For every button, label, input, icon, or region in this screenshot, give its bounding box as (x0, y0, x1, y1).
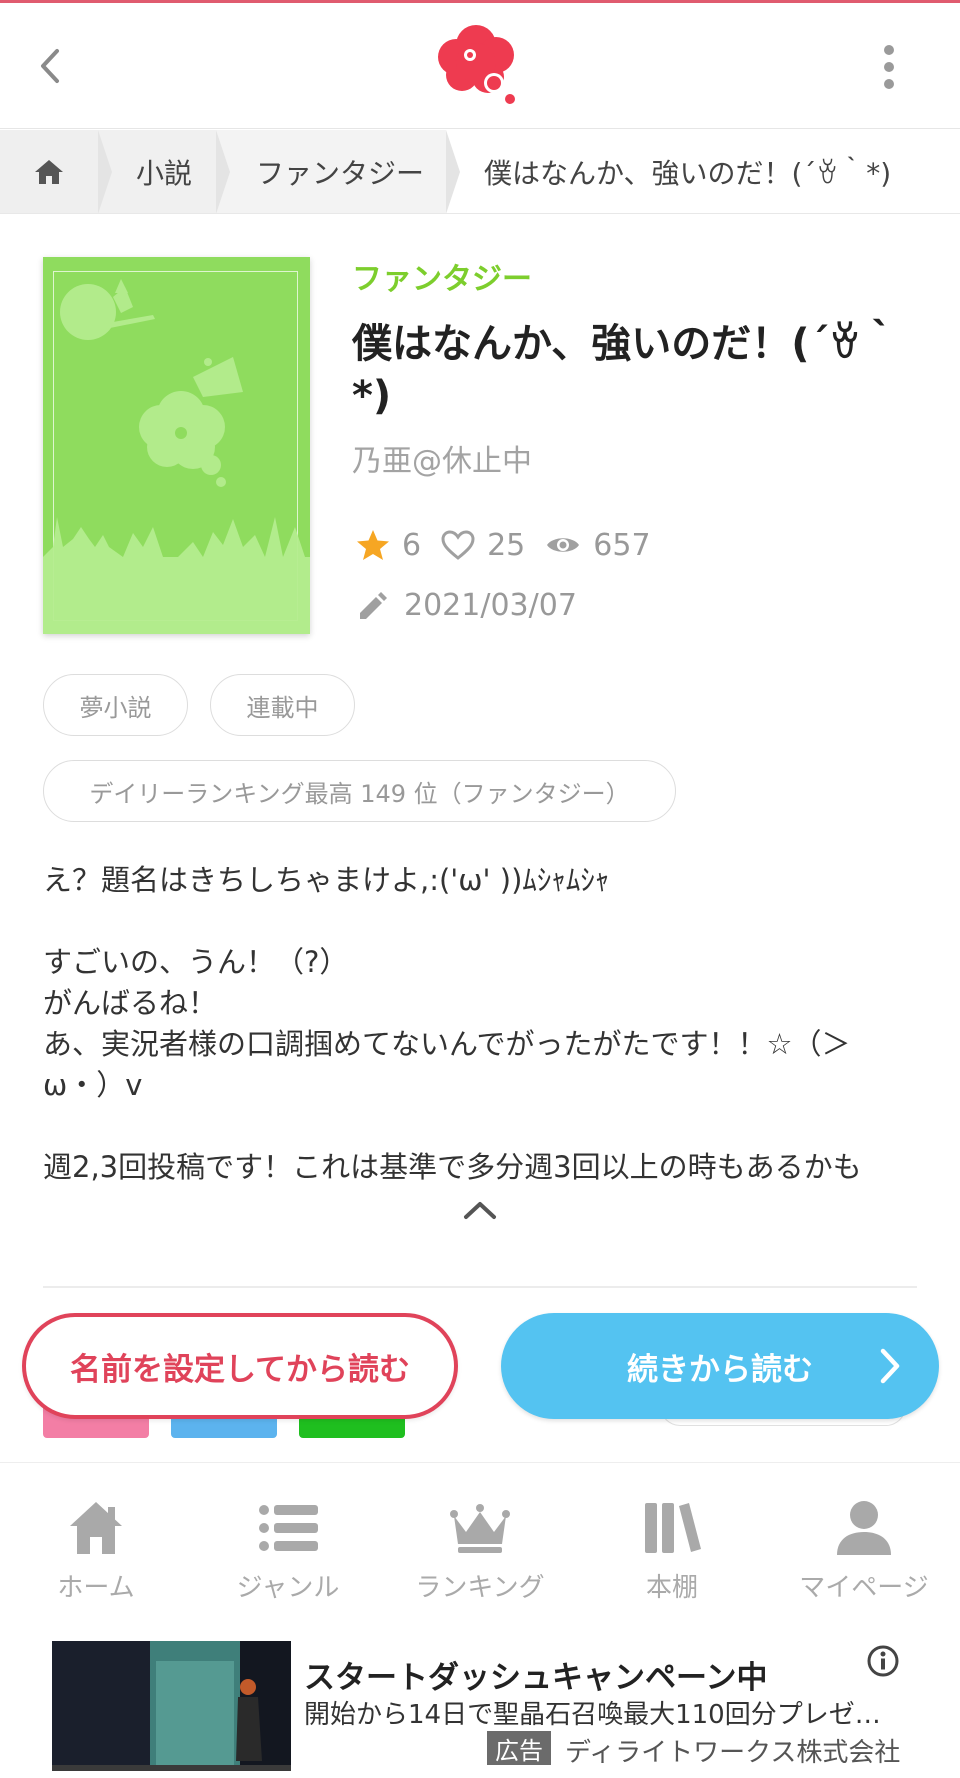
continue-reading-label: 続きから読む (627, 1351, 813, 1388)
cover-illustration (43, 279, 310, 634)
description-line: がんばるね！ (43, 986, 218, 1020)
description-line: え？題名はきちしちゃまけよ,:('ω' ))ﾑｼｬﾑｼｬ (43, 863, 610, 897)
pencil-icon (360, 592, 387, 619)
set-name-and-read-button[interactable]: 名前を設定してから読む (22, 1313, 458, 1419)
divider (43, 1286, 917, 1288)
chevron-up-icon (464, 1202, 496, 1219)
ad-artwork (52, 1641, 291, 1771)
description-line: すごいの、うん！（?） (43, 945, 349, 979)
chevron-right-icon (880, 1348, 900, 1384)
home-icon (35, 159, 63, 184)
bottom-navigation: ホーム ジャンル ランキング 本棚 マイページ (0, 1462, 960, 1624)
tag-daily-ranking[interactable]: デイリーランキング最高 149 位（ファンタジー） (43, 760, 676, 822)
description-line: あ、実況者様の口調掴めてないんでがったがたです！！☆（＞ω・）v (43, 1027, 851, 1102)
description-line: 週2,3回投稿です！これは基準で多分週3回以上の時もあるかも (43, 1150, 862, 1184)
views-count: 657 (593, 527, 651, 563)
ad-image[interactable] (52, 1641, 291, 1771)
breadcrumb-label: ファンタジー (256, 156, 425, 190)
description-line (43, 901, 913, 942)
book-title: 僕はなんか、強いのだ！(´ꈊ｀*) (352, 321, 901, 419)
nav-item-home[interactable]: ホーム (0, 1463, 192, 1625)
nav-label: ランキング (415, 1573, 545, 1603)
user-icon (837, 1501, 891, 1555)
nav-label: ホーム (57, 1573, 135, 1603)
tag-dream-novel[interactable]: 夢小説 (43, 674, 188, 736)
breadcrumb-item-current: 僕はなんか、強いのだ！(´ꈊ｀*) (446, 130, 960, 213)
likes-count: 25 (487, 527, 526, 563)
book-author[interactable]: 乃亜@休止中 (352, 436, 532, 480)
ad-info-button[interactable] (866, 1644, 900, 1678)
back-button[interactable] (30, 39, 70, 93)
bookshelf-icon (645, 1503, 701, 1553)
breadcrumb-home[interactable] (0, 130, 112, 213)
ad-title: スタートダッシュキャンペーン中 (304, 1660, 768, 1696)
book-description: え？題名はきちしちゃまけよ,:('ω' ))ﾑｼｬﾑｼｬ すごいの、うん！（?）… (43, 860, 913, 1188)
nav-item-mypage[interactable]: マイページ (768, 1463, 960, 1625)
app-header (0, 3, 960, 129)
description-line (43, 1106, 913, 1147)
vertical-dots-icon (884, 45, 894, 89)
collapse-description-button[interactable] (460, 1196, 500, 1224)
breadcrumb-separator (216, 130, 230, 213)
breadcrumb-label: 僕はなんか、強いのだ！(´ꈊ｀*) (484, 156, 892, 190)
star-icon (357, 530, 389, 560)
eye-icon (547, 538, 580, 552)
tag-serializing[interactable]: 連載中 (210, 674, 355, 736)
ad-label-badge: 広告 (487, 1731, 551, 1765)
info-icon (867, 1645, 899, 1677)
book-genre[interactable]: ファンタジー (352, 254, 532, 298)
breadcrumb-separator (98, 130, 112, 213)
list-icon (259, 1505, 318, 1551)
nav-label: ジャンル (236, 1573, 340, 1603)
nav-item-genre[interactable]: ジャンル (192, 1463, 384, 1625)
continue-reading-button[interactable]: 続きから読む (501, 1313, 939, 1419)
updated-date-text: 2021/03/07 (404, 587, 577, 623)
nav-item-ranking[interactable]: ランキング (384, 1463, 576, 1625)
updated-date: 2021/03/07 (356, 582, 577, 628)
home-icon (70, 1502, 122, 1554)
book-stats: 6 25 657 (356, 522, 671, 568)
page: 小説 ファンタジー 僕はなんか、強いのだ！(´ꈊ｀*) ファンタジー 僕はなんか… (0, 0, 960, 1778)
site-logo[interactable] (432, 19, 524, 109)
breadcrumb-separator (446, 130, 460, 213)
ad-company: ディライトワークス株式会社 (565, 1738, 901, 1768)
cloud-logo-icon (438, 25, 515, 104)
views-stat: 657 (545, 527, 651, 563)
breadcrumb: 小説 ファンタジー 僕はなんか、強いのだ！(´ꈊ｀*) (0, 130, 960, 214)
stars-stat: 6 (356, 528, 421, 563)
ad-banner[interactable]: スタートダッシュキャンペーン中 開始から14日で聖晶石召喚最大110回分プレゼン… (0, 1624, 960, 1778)
nav-label: マイページ (799, 1573, 929, 1603)
breadcrumb-label: 小説 (136, 156, 193, 190)
crown-icon (450, 1504, 510, 1553)
likes-stat: 25 (441, 528, 525, 563)
stars-count: 6 (402, 527, 422, 563)
ad-subtitle: 開始から14日で聖晶石召喚最大110回分プレゼン… (304, 1700, 886, 1730)
nav-item-bookshelf[interactable]: 本棚 (576, 1463, 768, 1625)
chevron-left-icon (41, 49, 59, 83)
more-menu-button[interactable] (874, 37, 904, 97)
breadcrumb-item-genre[interactable]: ファンタジー (216, 130, 460, 213)
book-cover[interactable] (43, 257, 310, 634)
breadcrumb-item-novel[interactable]: 小説 (98, 130, 230, 213)
nav-label: 本棚 (645, 1573, 698, 1603)
heart-icon (441, 530, 475, 560)
